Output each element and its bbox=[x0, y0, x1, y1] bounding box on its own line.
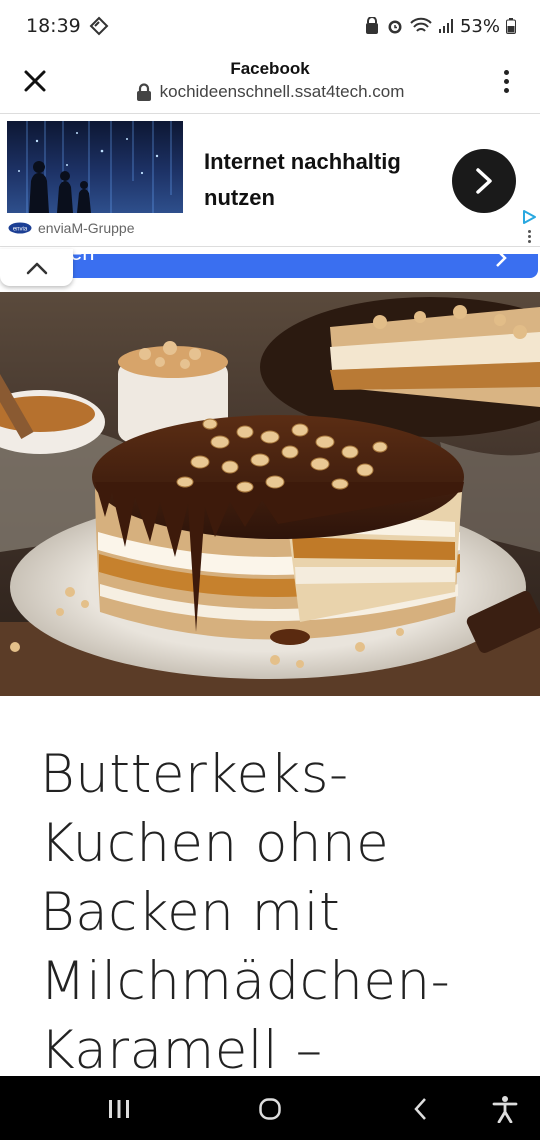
more-options-button[interactable] bbox=[494, 66, 518, 96]
lock-icon bbox=[136, 82, 151, 101]
recent-apps-icon bbox=[109, 1100, 129, 1118]
back-button[interactable] bbox=[404, 1094, 438, 1124]
more-vert-icon bbox=[503, 69, 509, 75]
more-vert-dot bbox=[503, 78, 509, 84]
collapse-ad-button[interactable] bbox=[0, 249, 73, 286]
envia-logo-icon: envia bbox=[8, 222, 32, 234]
continue-button-label: en bbox=[70, 254, 94, 266]
battery-icon bbox=[506, 18, 516, 34]
article-title: Butterkeks-Kuchen ohne Backen mit Milchm… bbox=[40, 744, 451, 1081]
hero-image bbox=[0, 292, 540, 696]
page-source-title: Facebook bbox=[230, 59, 310, 78]
continue-button[interactable]: en bbox=[40, 254, 538, 278]
more-vert-dot bbox=[503, 87, 509, 93]
ad-image[interactable] bbox=[7, 121, 183, 213]
accessibility-icon bbox=[492, 1096, 518, 1123]
system-nav-bar bbox=[0, 1076, 540, 1140]
ad-sponsor[interactable]: envia enviaM-Gruppe bbox=[8, 220, 135, 236]
status-right: 53% bbox=[364, 16, 516, 37]
back-icon bbox=[414, 1098, 426, 1120]
more-vert-dot bbox=[528, 235, 531, 238]
url-text: kochideenschnell.ssat4tech.com bbox=[159, 82, 405, 101]
url-bar[interactable]: kochideenschnell.ssat4tech.com bbox=[0, 82, 540, 102]
signal-icon bbox=[438, 18, 454, 34]
more-vert-dot bbox=[528, 240, 531, 243]
ad-banner[interactable]: Internet nachhaltig nutzen envia enviaM-… bbox=[0, 113, 540, 247]
chevron-right-icon bbox=[496, 254, 507, 267]
status-bar: 18:39 53% bbox=[0, 0, 540, 52]
alarm-icon bbox=[386, 17, 404, 35]
home-button[interactable] bbox=[253, 1094, 287, 1124]
status-time: 18:39 bbox=[26, 15, 81, 37]
browser-header: Facebook kochideenschnell.ssat4tech.com bbox=[0, 52, 540, 112]
battery-percent: 53% bbox=[459, 15, 500, 37]
accessibility-button[interactable] bbox=[488, 1094, 522, 1124]
ad-options-button[interactable] bbox=[528, 230, 531, 243]
alarm-lock-icon bbox=[364, 17, 380, 35]
home-icon bbox=[259, 1098, 281, 1120]
ad-sponsor-name: enviaM-Gruppe bbox=[38, 220, 135, 236]
wifi-icon bbox=[410, 17, 432, 35]
auto-rotate-icon bbox=[89, 16, 109, 36]
envia-logo-text: envia bbox=[13, 227, 28, 233]
adchoices-icon bbox=[523, 210, 536, 224]
chevron-up-icon bbox=[26, 262, 47, 274]
ad-cta-button[interactable] bbox=[452, 149, 516, 213]
status-left: 18:39 bbox=[26, 15, 109, 37]
ad-headline[interactable]: Internet nachhaltig nutzen bbox=[204, 144, 444, 216]
chevron-right-icon bbox=[476, 168, 492, 194]
recent-apps-button[interactable] bbox=[102, 1094, 136, 1124]
adchoices-button[interactable] bbox=[521, 209, 537, 230]
more-vert-icon bbox=[528, 230, 531, 233]
